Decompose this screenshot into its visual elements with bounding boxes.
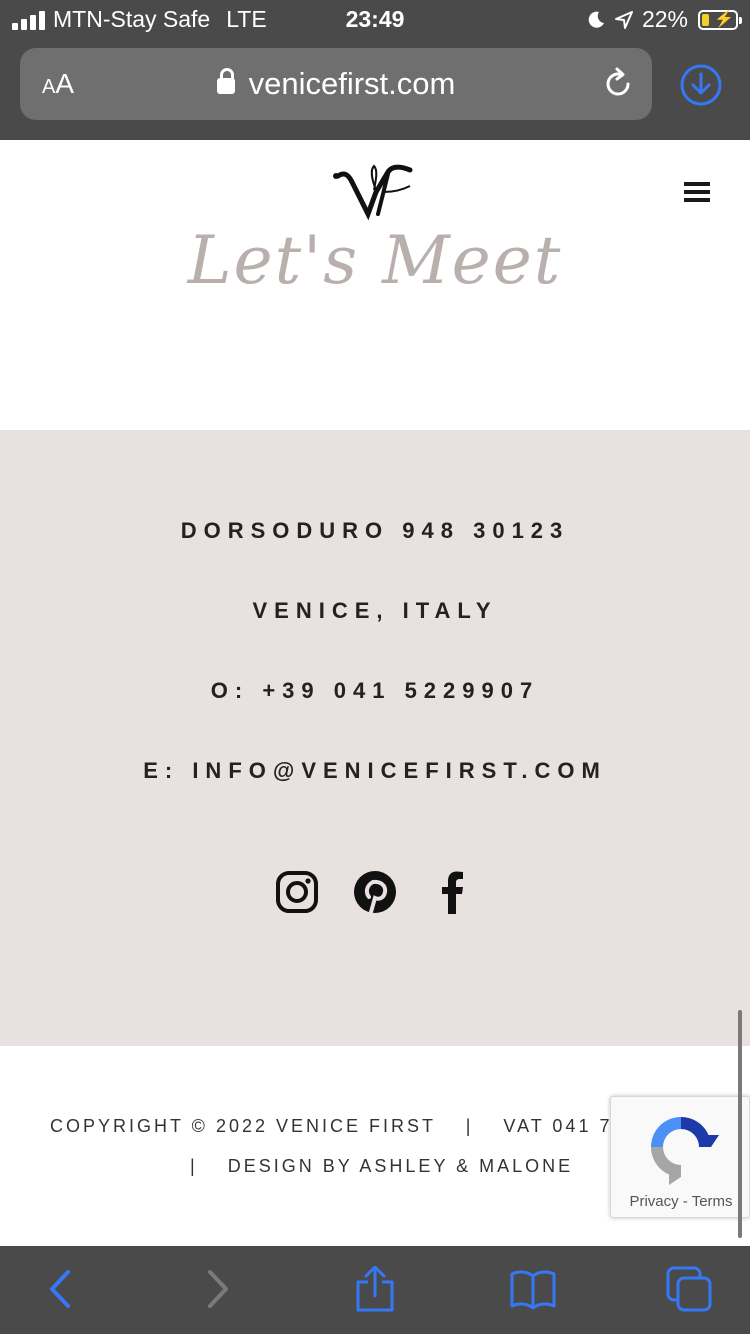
status-right: 22% ⚡ (586, 6, 742, 33)
url-display[interactable]: venicefirst.com (20, 66, 652, 102)
menu-button[interactable] (684, 182, 710, 202)
recaptcha-links: Privacy - Terms (611, 1193, 750, 1210)
footer-line-1: COPYRIGHT © 2022 VENICE FIRST | VAT 041 … (50, 1116, 704, 1137)
downloads-icon[interactable] (680, 64, 722, 106)
battery-fill (702, 13, 709, 26)
back-icon[interactable] (38, 1266, 84, 1312)
privacy-link[interactable]: Privacy (629, 1193, 678, 1210)
instagram-icon[interactable] (275, 870, 319, 914)
facebook-icon[interactable] (431, 870, 475, 914)
url-text: venicefirst.com (248, 66, 456, 101)
battery-icon: ⚡ (698, 9, 742, 30)
browser-address-area: AA venicefirst.com (0, 40, 750, 140)
copyright-text: COPYRIGHT © 2022 VENICE FIRST (50, 1116, 436, 1136)
phone-link[interactable]: O: +39 041 5229907 (0, 678, 750, 704)
bookmarks-icon[interactable] (510, 1266, 556, 1312)
terms-link[interactable]: Terms (692, 1193, 733, 1210)
charging-bolt-icon: ⚡ (714, 10, 734, 28)
scroll-indicator[interactable] (738, 1010, 742, 1238)
design-credit-link[interactable]: DESIGN BY ASHLEY & MALONE (228, 1156, 573, 1176)
footer-separator: | (465, 1116, 474, 1136)
browser-toolbar (0, 1246, 750, 1334)
reload-icon[interactable] (600, 66, 636, 102)
tabs-icon[interactable] (666, 1266, 712, 1312)
address-line-1: DORSODURO 948 30123 (180, 518, 570, 543)
lock-icon (216, 68, 235, 94)
share-icon[interactable] (352, 1266, 398, 1312)
venice-first-logo[interactable] (330, 162, 420, 222)
address-bar[interactable]: AA venicefirst.com (20, 48, 652, 120)
battery-percent: 22% (641, 6, 688, 32)
forward-icon[interactable] (194, 1266, 240, 1312)
status-bar: MTN-Stay Safe LTE 23:49 22% ⚡ (0, 0, 750, 40)
site-header: Let's Meet (0, 140, 750, 430)
email-link[interactable]: E: INFO@VENICEFIRST.COM (0, 758, 750, 784)
location-arrow-icon (614, 10, 633, 29)
social-links (0, 870, 750, 914)
lets-meet-title: Let's Meet (187, 222, 563, 299)
link-separator: - (682, 1193, 688, 1210)
recaptcha-icon (651, 1117, 719, 1185)
pinterest-icon[interactable] (353, 870, 397, 914)
address-line-2: VENICE, ITALY (252, 598, 498, 623)
footer-separator: | (190, 1156, 198, 1176)
footer-line-2: | DESIGN BY ASHLEY & MALONE (190, 1156, 573, 1177)
contact-section: DORSODURO 948 30123 VENICE, ITALY O: +39… (0, 430, 750, 1046)
recaptcha-badge[interactable]: Privacy - Terms (610, 1096, 750, 1218)
moon-icon (588, 11, 604, 28)
